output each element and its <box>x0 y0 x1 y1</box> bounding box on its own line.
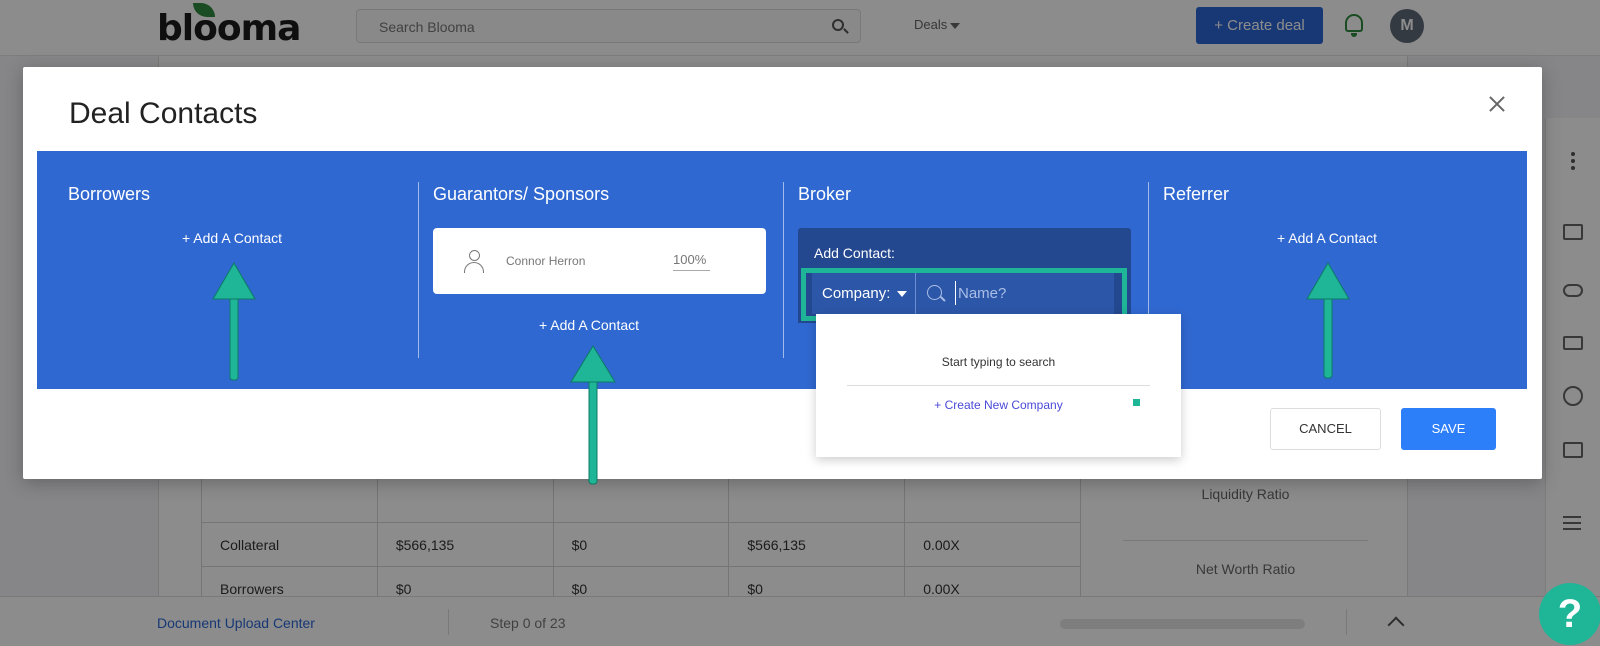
contact-type-select[interactable]: Company: <box>812 273 915 314</box>
referrer-title: Referrer <box>1163 184 1230 204</box>
search-icon <box>927 285 942 300</box>
ownership-percent-field[interactable]: 100% <box>673 252 710 271</box>
add-contact-label: Add Contact: <box>814 245 895 261</box>
deal-contacts-modal: Deal Contacts Borrowers + Add A Contact … <box>23 67 1542 479</box>
broker-title: Broker <box>798 184 852 204</box>
divider <box>847 385 1150 386</box>
add-guarantor-link[interactable]: + Add A Contact <box>539 317 639 333</box>
guarantor-contact-card[interactable]: Connor Herron 100% <box>433 228 766 294</box>
create-new-company-link[interactable]: + Create New Company <box>816 398 1181 412</box>
borrowers-title: Borrowers <box>68 184 151 204</box>
guarantors-title: Guarantors/ Sponsors <box>433 184 610 204</box>
help-button[interactable]: ? <box>1539 583 1600 645</box>
person-icon <box>463 250 485 274</box>
caret-down-icon <box>897 291 907 297</box>
add-borrower-link[interactable]: + Add A Contact <box>182 230 282 246</box>
borrowers-column: Borrowers + Add A Contact <box>37 151 402 389</box>
marker-dot <box>1133 399 1140 406</box>
referrer-column: Referrer + Add A Contact <box>1132 151 1527 389</box>
company-search-dropdown: Start typing to search + Create New Comp… <box>816 314 1181 457</box>
cancel-button[interactable]: CANCEL <box>1270 408 1381 450</box>
modal-title: Deal Contacts <box>69 97 258 130</box>
contact-name: Connor Herron <box>506 254 586 268</box>
broker-add-contact-panel: Add Contact: Company: <box>798 228 1131 323</box>
guarantors-column: Guarantors/ Sponsors Connor Herron 100% … <box>402 151 767 389</box>
name-search-input[interactable] <box>955 281 1107 305</box>
contacts-band: Borrowers + Add A Contact Guarantors/ Sp… <box>37 151 1527 389</box>
name-search-field[interactable] <box>915 273 1114 314</box>
save-button[interactable]: SAVE <box>1401 408 1496 450</box>
close-icon[interactable] <box>1488 95 1506 113</box>
add-referrer-link[interactable]: + Add A Contact <box>1277 230 1377 246</box>
search-hint: Start typing to search <box>941 355 1056 369</box>
contact-type-value: Company: <box>822 285 891 302</box>
